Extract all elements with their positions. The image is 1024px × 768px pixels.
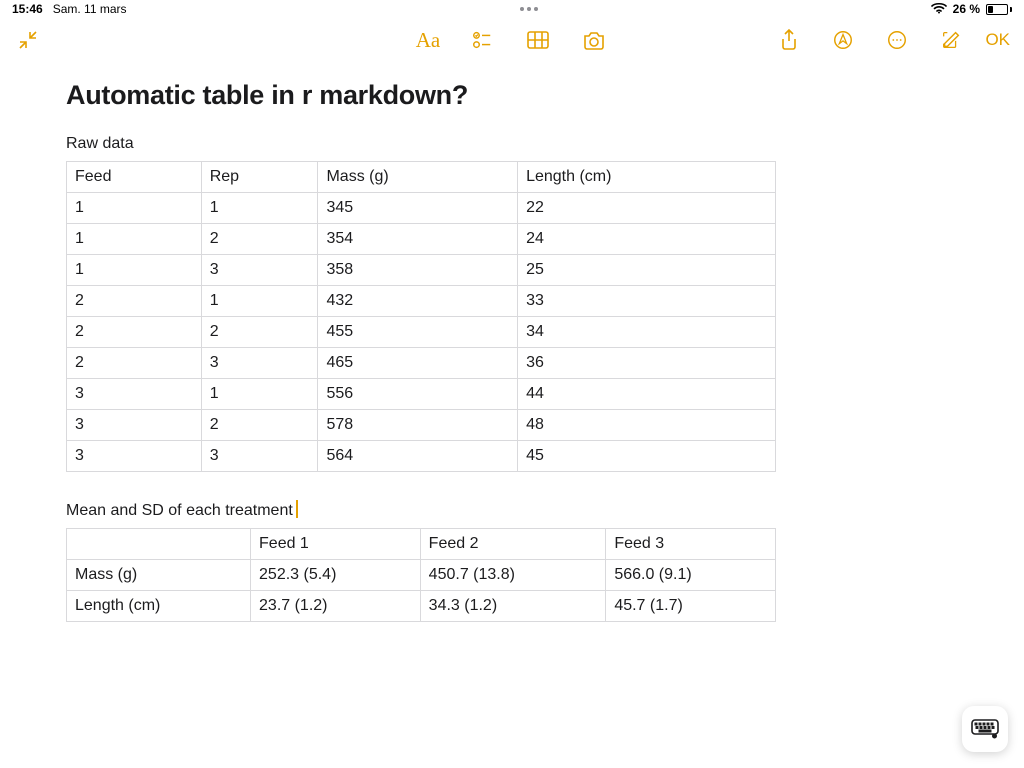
table-header-cell[interactable] (67, 529, 251, 560)
table-header-cell[interactable]: Feed 2 (420, 529, 606, 560)
table-cell[interactable]: 1 (201, 193, 318, 224)
table-cell[interactable]: 25 (518, 255, 776, 286)
table-row[interactable]: 3257848 (67, 410, 776, 441)
table-cell[interactable]: 566.0 (9.1) (606, 560, 776, 591)
table-header-cell[interactable]: Mass (g) (318, 162, 518, 193)
table-cell[interactable]: Mass (g) (67, 560, 251, 591)
table-row[interactable]: 1134522 (67, 193, 776, 224)
table-cell[interactable]: 22 (518, 193, 776, 224)
raw-data-heading[interactable]: Raw data (66, 135, 958, 153)
table-cell[interactable]: 2 (201, 224, 318, 255)
note-title[interactable]: Automatic table in r markdown? (66, 80, 958, 111)
table-cell[interactable]: 1 (201, 286, 318, 317)
table-row[interactable]: 2346536 (67, 348, 776, 379)
table-cell[interactable]: 2 (67, 286, 202, 317)
table-cell[interactable]: 354 (318, 224, 518, 255)
clock: 15:46 (12, 2, 43, 16)
table-row[interactable]: 3356445 (67, 441, 776, 472)
table-row[interactable]: 2245534 (67, 317, 776, 348)
table-icon[interactable] (524, 26, 552, 54)
table-cell[interactable]: 45 (518, 441, 776, 472)
table-cell[interactable]: 45.7 (1.7) (606, 591, 776, 622)
compose-icon[interactable] (937, 26, 965, 54)
table-cell[interactable]: 34 (518, 317, 776, 348)
table-cell[interactable]: 1 (67, 193, 202, 224)
table-cell[interactable]: 358 (318, 255, 518, 286)
table-header-cell[interactable]: Length (cm) (518, 162, 776, 193)
table-cell[interactable]: 33 (518, 286, 776, 317)
checklist-icon[interactable] (468, 26, 496, 54)
table-cell[interactable]: 252.3 (5.4) (251, 560, 421, 591)
summary-heading[interactable]: Mean and SD of each treatment (66, 500, 958, 520)
table-cell[interactable]: 36 (518, 348, 776, 379)
table-cell[interactable]: 3 (67, 441, 202, 472)
table-cell[interactable]: 48 (518, 410, 776, 441)
table-cell[interactable]: 2 (201, 410, 318, 441)
table-header-cell[interactable]: Feed 1 (251, 529, 421, 560)
table-cell[interactable]: 432 (318, 286, 518, 317)
battery-icon (986, 4, 1012, 15)
table-cell[interactable]: 23.7 (1.2) (251, 591, 421, 622)
table-cell[interactable]: 3 (201, 441, 318, 472)
table-cell[interactable]: 564 (318, 441, 518, 472)
raw-data-table[interactable]: FeedRepMass (g)Length (cm)11345221235424… (66, 161, 776, 472)
wifi-icon (931, 2, 947, 17)
table-cell[interactable]: 345 (318, 193, 518, 224)
note-body[interactable]: Automatic table in r markdown? Raw data … (0, 62, 1024, 622)
camera-icon[interactable] (580, 26, 608, 54)
table-header-cell[interactable]: Feed 3 (606, 529, 776, 560)
table-row[interactable]: 2143233 (67, 286, 776, 317)
collapse-icon[interactable] (14, 26, 42, 54)
done-button[interactable]: OK (985, 30, 1010, 50)
summary-table[interactable]: Feed 1Feed 2Feed 3Mass (g)252.3 (5.4)450… (66, 528, 776, 622)
table-cell[interactable]: 556 (318, 379, 518, 410)
table-cell[interactable]: 2 (67, 317, 202, 348)
table-cell[interactable]: Length (cm) (67, 591, 251, 622)
table-cell[interactable]: 34.3 (1.2) (420, 591, 606, 622)
table-cell[interactable]: 3 (67, 379, 202, 410)
table-cell[interactable]: 578 (318, 410, 518, 441)
table-cell[interactable]: 3 (201, 255, 318, 286)
table-row[interactable]: 3155644 (67, 379, 776, 410)
toolbar: Aa OK (0, 18, 1024, 62)
markup-icon[interactable] (829, 26, 857, 54)
table-header-cell[interactable]: Feed (67, 162, 202, 193)
format-text-icon[interactable]: Aa (416, 26, 441, 54)
keyboard-button[interactable] (962, 706, 1008, 752)
battery-pct: 26 % (953, 2, 980, 16)
table-cell[interactable]: 1 (67, 224, 202, 255)
table-header-cell[interactable]: Rep (201, 162, 318, 193)
table-cell[interactable]: 2 (201, 317, 318, 348)
table-cell[interactable]: 450.7 (13.8) (420, 560, 606, 591)
table-cell[interactable]: 2 (67, 348, 202, 379)
table-cell[interactable]: 455 (318, 317, 518, 348)
status-bar: 15:46 Sam. 11 mars 26 % (0, 0, 1024, 18)
table-row[interactable]: 1235424 (67, 224, 776, 255)
multitask-dots-icon[interactable] (520, 7, 538, 11)
more-icon[interactable] (883, 26, 911, 54)
table-cell[interactable]: 44 (518, 379, 776, 410)
table-cell[interactable]: 24 (518, 224, 776, 255)
table-cell[interactable]: 465 (318, 348, 518, 379)
table-cell[interactable]: 3 (201, 348, 318, 379)
table-cell[interactable]: 1 (201, 379, 318, 410)
table-row[interactable]: Mass (g)252.3 (5.4)450.7 (13.8)566.0 (9.… (67, 560, 776, 591)
table-row[interactable]: 1335825 (67, 255, 776, 286)
table-cell[interactable]: 1 (67, 255, 202, 286)
date-label: Sam. 11 mars (53, 2, 127, 16)
table-row[interactable]: Length (cm)23.7 (1.2)34.3 (1.2)45.7 (1.7… (67, 591, 776, 622)
table-cell[interactable]: 3 (67, 410, 202, 441)
share-icon[interactable] (775, 26, 803, 54)
